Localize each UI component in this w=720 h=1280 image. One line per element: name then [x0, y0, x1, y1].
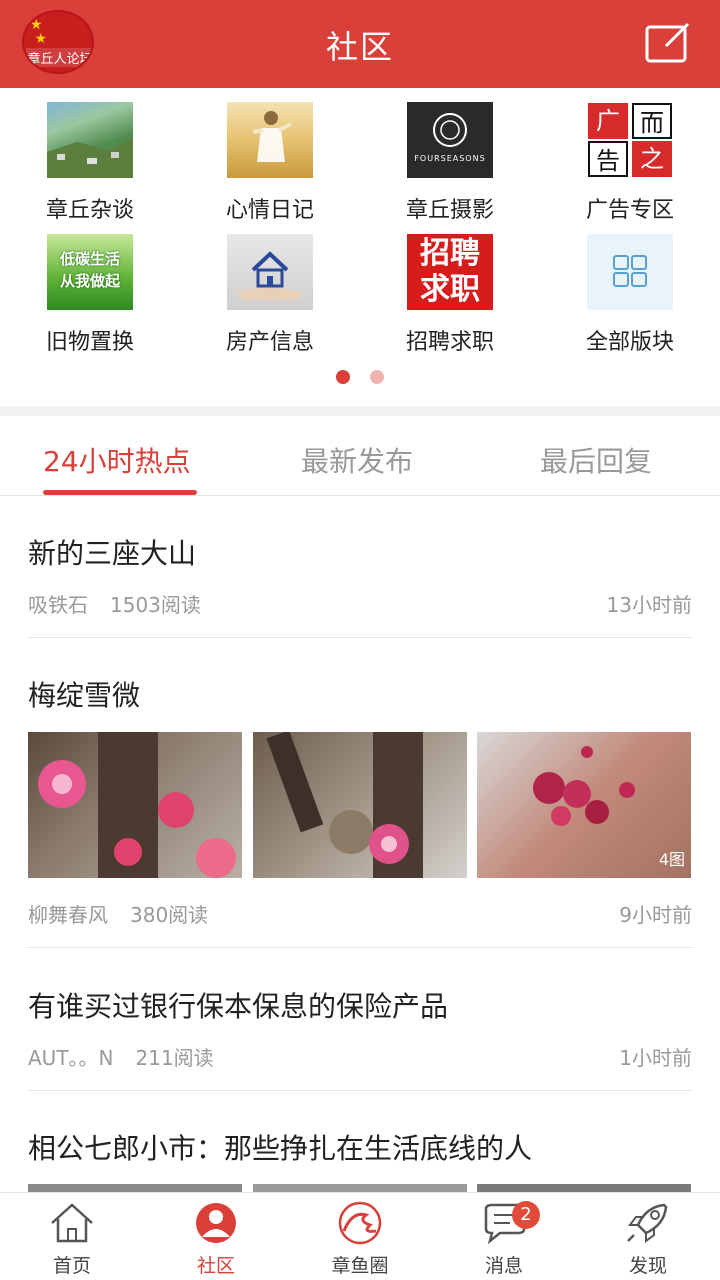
nav-label: 社区 [196, 1255, 235, 1277]
bottom-nav: 首页 社区 章鱼圈 2 消息 发现 [0, 1192, 720, 1280]
section-divider [0, 406, 720, 416]
house-in-hand-photo [227, 234, 313, 310]
octopus-icon [338, 1201, 382, 1245]
tab-hot-24h[interactable]: 24小时热点 [43, 440, 191, 480]
post-reads: 1503阅读 [110, 593, 201, 617]
post-author[interactable]: 柳舞春风 [28, 903, 108, 927]
nav-messages[interactable]: 2 消息 [432, 1193, 576, 1280]
nav-discover[interactable]: 发现 [576, 1193, 720, 1280]
page-title: 社区 [325, 28, 394, 66]
divider [28, 947, 692, 948]
post-photo[interactable]: 4图 [477, 732, 691, 878]
nav-label: 发现 [628, 1255, 667, 1277]
ad-char: 而 [632, 103, 672, 139]
forum-label: 招聘求职 [405, 330, 494, 355]
banner-text: 从我做起 [59, 272, 120, 290]
post-author[interactable]: 吸铁石 [28, 593, 88, 617]
post-title[interactable]: 相公七郎小市：那些挣扎在生活底线的人 [28, 1127, 532, 1167]
low-carbon-banner: 低碳生活 从我做起 [47, 234, 133, 310]
post-meta: AUT。。N 211阅读 [28, 1042, 214, 1071]
tab-latest[interactable]: 最新发布 [301, 440, 413, 480]
forum-grid: 章丘杂谈 心情日记 FOURSEASONS 章丘摄影 广 而 告 之 广告专区 … [0, 88, 720, 406]
tab-last-reply[interactable]: 最后回复 [540, 440, 652, 480]
post-author[interactable]: AUT。。N [28, 1046, 114, 1070]
unread-badge: 2 [512, 1201, 540, 1229]
nav-label: 章鱼圈 [331, 1255, 389, 1277]
post-time: 9小时前 [619, 903, 692, 927]
page-indicator [0, 370, 720, 386]
banner-text: 低碳生活 [59, 250, 120, 268]
photography-logo: FOURSEASONS [407, 102, 493, 178]
photography-logo-text: FOURSEASONS [414, 154, 486, 163]
ad-logo: 广 而 告 之 [587, 102, 673, 178]
post-time: 13小时前 [606, 593, 692, 617]
ad-char: 之 [632, 141, 672, 177]
app-header: ★ ★ 章丘人论坛 社区 [0, 0, 720, 88]
post-time: 1小时前 [619, 1046, 692, 1070]
tab-underline [43, 490, 197, 495]
post-meta: 柳舞春风 380阅读 [28, 899, 208, 928]
compose-icon[interactable] [644, 22, 690, 64]
post-photo[interactable] [28, 1184, 242, 1192]
banner-text: 招聘 [420, 236, 480, 271]
page-dot-active[interactable] [336, 370, 350, 384]
post-photo[interactable] [477, 1184, 691, 1192]
wheat-field-photo [227, 102, 313, 178]
forum-item-all[interactable]: 全部版块 [540, 220, 720, 355]
post-reads: 380阅读 [130, 903, 209, 927]
forum-label: 全部版块 [585, 330, 674, 355]
ad-char: 告 [588, 141, 628, 177]
post-reads: 211阅读 [135, 1046, 214, 1070]
post-title[interactable]: 新的三座大山 [28, 532, 196, 572]
nav-octopus[interactable]: 章鱼圈 [288, 1193, 432, 1280]
post-photo[interactable] [28, 732, 242, 878]
post-meta: 吸铁石 1503阅读 [28, 589, 201, 618]
post-title[interactable]: 有谁买过银行保本保息的保险产品 [28, 985, 448, 1025]
page-dot[interactable] [370, 370, 384, 384]
recruit-banner: 招聘 求职 [407, 234, 493, 310]
divider [28, 637, 692, 638]
nav-community[interactable]: 社区 [144, 1193, 288, 1280]
tab-bar: 24小时热点 最新发布 最后回复 [0, 416, 720, 496]
grid-icon [587, 234, 673, 310]
rocket-icon [627, 1203, 668, 1243]
forum-item-photography[interactable]: FOURSEASONS 章丘摄影 [360, 88, 540, 223]
forum-label: 房产信息 [225, 330, 314, 355]
post-photo[interactable] [253, 732, 467, 878]
banner-text: 求职 [420, 272, 480, 307]
nav-label: 首页 [52, 1255, 91, 1277]
forum-item-jobs[interactable]: 招聘 求职 招聘求职 [360, 220, 540, 355]
forum-item-ads[interactable]: 广 而 告 之 广告专区 [540, 88, 720, 223]
post-photo[interactable] [253, 1184, 467, 1192]
nav-label: 消息 [484, 1255, 523, 1277]
nav-home[interactable]: 首页 [0, 1193, 144, 1280]
forum-item-housing[interactable]: 房产信息 [180, 220, 360, 355]
forum-item-chat[interactable]: 章丘杂谈 [0, 88, 180, 223]
forum-item-diary[interactable]: 心情日记 [180, 88, 360, 223]
aerial-town-photo [47, 102, 133, 178]
post-title[interactable]: 梅绽雪微 [28, 674, 140, 714]
photo-count: 4图 [658, 850, 685, 869]
community-icon [196, 1203, 236, 1243]
ad-char: 广 [588, 103, 628, 139]
forum-label: 旧物置换 [45, 330, 134, 355]
divider [28, 1090, 692, 1091]
forum-item-swap[interactable]: 低碳生活 从我做起 旧物置换 [0, 220, 180, 355]
home-icon [51, 1203, 93, 1243]
